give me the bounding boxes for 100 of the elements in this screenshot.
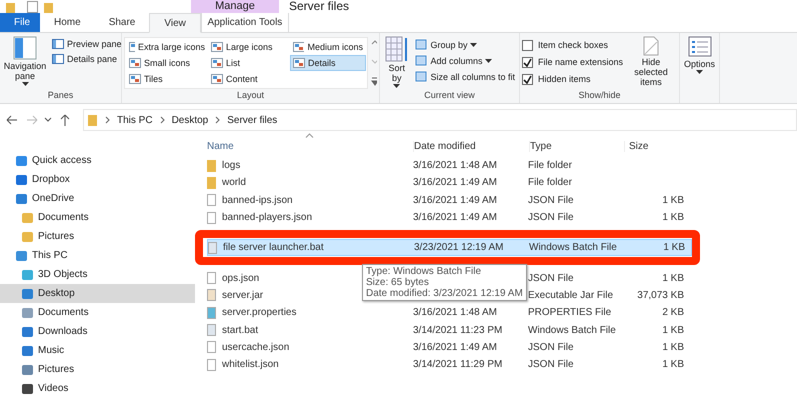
gallery-scroll-icon[interactable] [370, 38, 377, 88]
layout-option[interactable]: Medium icons [290, 39, 366, 55]
file-icon [207, 341, 216, 354]
type-cell: JSON File [528, 359, 574, 370]
window-title: Server files [289, 0, 350, 13]
column-header[interactable]: Date modified [413, 140, 529, 152]
column-header[interactable]: Size [624, 140, 691, 152]
sidebar-icon [22, 346, 33, 356]
view-icon [129, 42, 135, 52]
file-name[interactable]: ops.json [222, 272, 260, 284]
file-name[interactable]: start.bat [222, 324, 258, 336]
sidebar-item[interactable]: Quick access [0, 151, 195, 170]
ribbon-tab[interactable]: File [0, 13, 40, 32]
size-cell: 1 KB [662, 272, 684, 284]
column-header[interactable]: Name [207, 140, 413, 152]
pane-button[interactable]: Preview pane [50, 38, 124, 50]
pane-button[interactable]: Details pane [50, 53, 124, 65]
sidebar-icon [22, 308, 33, 318]
sidebar-item[interactable]: Documents [0, 208, 195, 227]
size-cell: 1 KB [662, 342, 684, 353]
breadcrumb-item[interactable]: This PC [117, 114, 153, 126]
option-checkbox[interactable]: Hidden items [522, 72, 624, 86]
page-icon [642, 36, 660, 56]
sidebar-icon [22, 212, 33, 222]
group-label: Layout [236, 90, 264, 102]
sidebar-item[interactable]: Dropbox [0, 170, 195, 189]
sort-caret-icon [305, 133, 314, 138]
group-label: Panes [48, 90, 74, 102]
sidebar-item[interactable]: This PC [0, 246, 195, 265]
file-name[interactable]: banned-players.json [222, 212, 312, 224]
pane-layout-icon [13, 36, 37, 60]
breadcrumb-item[interactable]: Server files [227, 114, 278, 126]
column-header[interactable]: Type [529, 140, 624, 152]
size-cell: 1 KB [662, 359, 684, 370]
layout-option[interactable]: List [208, 55, 290, 71]
options-button[interactable]: Options [682, 35, 717, 75]
option-checkbox[interactable]: File name extensions [522, 55, 624, 69]
sidebar-item[interactable]: Pictures [0, 360, 195, 379]
view-command[interactable]: Size all columns to fit [413, 70, 517, 83]
type-cell: File folder [528, 177, 572, 188]
type-cell: Executable Jar File [528, 290, 614, 301]
file-name[interactable]: world [222, 177, 246, 188]
columns-icon [415, 39, 428, 50]
layout-option[interactable]: Details [290, 55, 366, 71]
caret-icon [485, 58, 492, 62]
view-command[interactable]: Group by [413, 38, 517, 51]
sidebar-item[interactable]: 3D Objects [0, 265, 195, 284]
type-cell: JSON File [528, 212, 574, 224]
file-name[interactable]: logs [222, 160, 240, 172]
type-cell: PROPERTIES File [528, 307, 612, 318]
layout-option[interactable]: Tiles [126, 71, 208, 87]
sort-by-button[interactable]: Sort by [382, 35, 412, 89]
sidebar-item[interactable]: Pictures [0, 227, 195, 246]
checkbox[interactable] [522, 56, 533, 68]
navigation-pane-button[interactable]: Navigation pane [2, 35, 48, 87]
breadcrumb-item[interactable]: Desktop [172, 114, 208, 126]
size-cell: 1 KB [663, 242, 685, 254]
file-name[interactable]: file server launcher.bat [223, 242, 324, 254]
sidebar-icon [22, 384, 33, 394]
sidebar-item[interactable]: Desktop [0, 284, 195, 303]
size-cell: 1 KB [662, 194, 684, 206]
ribbon-tab[interactable]: Application Tools [200, 13, 289, 32]
layout-option[interactable]: Content [208, 71, 290, 87]
layout-option[interactable]: Extra large icons [126, 39, 208, 55]
sidebar-icon [22, 232, 33, 242]
file-icon [207, 324, 216, 336]
date-cell: 3/14/2021 11:29 PM [413, 359, 502, 370]
option-checkbox[interactable]: Item check boxes [522, 38, 624, 52]
file-name[interactable]: whitelist.json [222, 359, 279, 370]
file-name[interactable]: banned-ips.json [222, 194, 293, 206]
table-icon [384, 36, 409, 62]
sidebar-icon [16, 194, 27, 204]
hide-selected-items-button[interactable]: Hide selected items [625, 35, 677, 88]
file-row[interactable]: file server launcher.bat 3/23/2021 12:19 AM Windows Batch File 1 KB [207, 239, 692, 256]
date-cell: 3/16/2021 1:49 AM [413, 177, 497, 188]
sidebar-item[interactable]: Music [0, 341, 195, 360]
columns-icon [415, 71, 428, 82]
sidebar-item[interactable]: Videos [0, 379, 195, 398]
sidebar-icon [22, 326, 33, 336]
checkbox[interactable] [522, 40, 533, 50]
address-bar[interactable]: This PC Desktop Server files [83, 109, 797, 131]
checkbox[interactable] [522, 74, 533, 84]
sidebar-icon [16, 250, 27, 260]
date-cell: 3/16/2021 1:49 AM [413, 212, 497, 224]
sidebar-item[interactable]: Downloads [0, 322, 195, 341]
layout-option[interactable]: Large icons [208, 39, 290, 55]
view-icon [129, 58, 141, 68]
layout-option[interactable]: Small icons [126, 55, 208, 71]
sidebar-item[interactable]: Documents [0, 303, 195, 322]
file-icon [207, 212, 216, 224]
view-command[interactable]: Add columns [413, 54, 517, 67]
ribbon-tab[interactable]: View [149, 13, 201, 33]
tooltip-line: Date modified: 3/23/2021 12:19 AM [366, 288, 523, 300]
date-cell: 3/14/2021 11:23 PM [413, 324, 502, 336]
file-name[interactable]: server.properties [222, 307, 296, 318]
pane-icon [52, 39, 64, 49]
file-name[interactable]: server.jar [222, 290, 264, 301]
sidebar-item[interactable]: OneDrive [0, 189, 195, 208]
file-name[interactable]: usercache.json [222, 342, 290, 353]
chevron-icon [160, 116, 165, 124]
